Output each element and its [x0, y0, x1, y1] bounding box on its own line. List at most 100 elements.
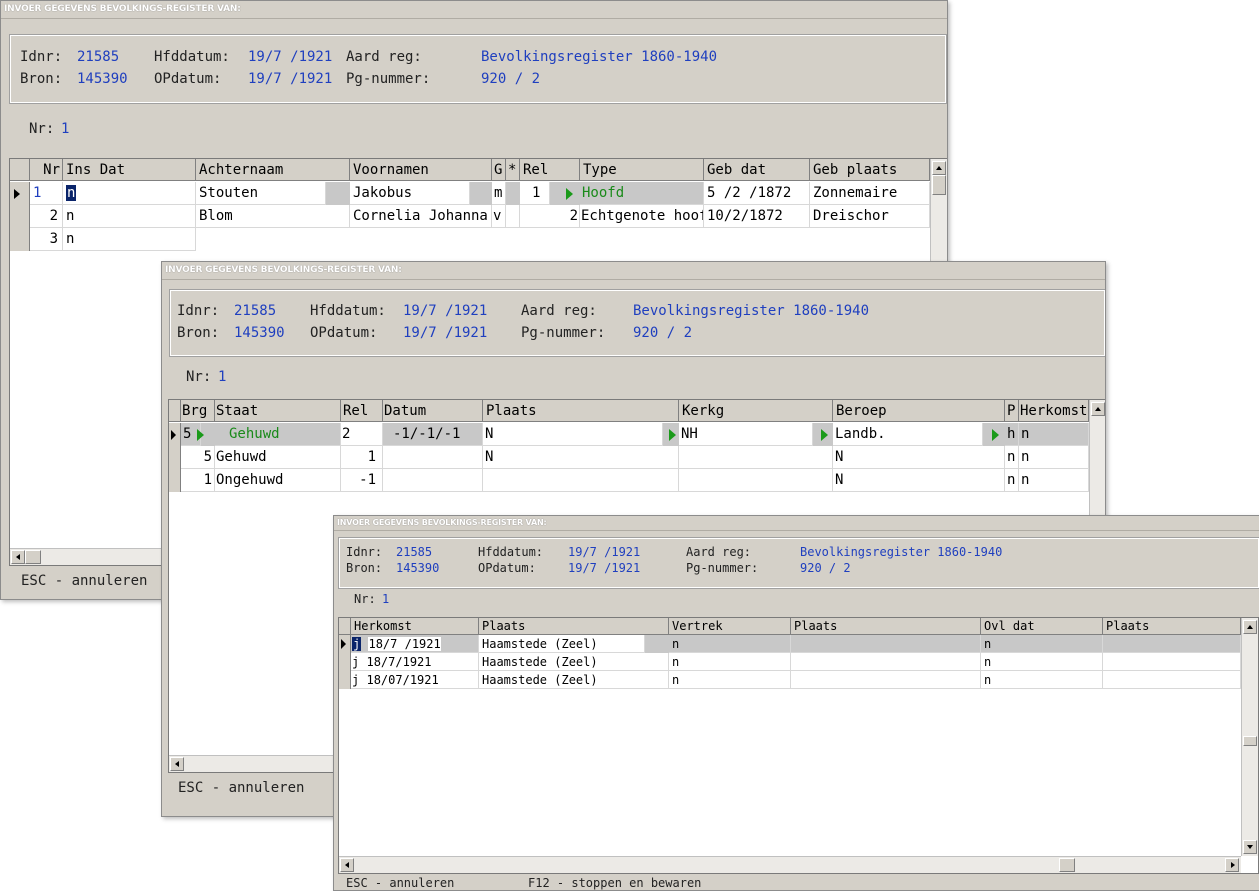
col-header-herkomst[interactable]: Herkomst: [351, 618, 479, 635]
scroll-thumb[interactable]: [1059, 858, 1075, 872]
scroll-right-button[interactable]: [1225, 858, 1239, 872]
col-header-p[interactable]: P: [1005, 400, 1019, 422]
cell-plaats[interactable]: Haamstede (Zeel): [479, 671, 669, 689]
cell-herkomst[interactable]: n: [1019, 446, 1089, 469]
staat-dropdown-arrow-icon[interactable]: [197, 429, 204, 441]
col-header-g[interactable]: G: [492, 159, 506, 181]
cell-plaats-vertrek[interactable]: [791, 653, 981, 671]
cell-g[interactable]: m: [492, 182, 506, 205]
cell-gebplaats[interactable]: Dreischor: [810, 205, 930, 228]
cell-insdat[interactable]: n: [63, 228, 196, 251]
cell-plaats[interactable]: N: [483, 423, 663, 446]
cell-vertrek[interactable]: n: [669, 671, 791, 689]
cell-brg[interactable]: 1: [181, 469, 215, 492]
col-header-beroep[interactable]: Beroep: [833, 400, 1005, 422]
cell-vertrek[interactable]: n: [669, 653, 791, 671]
cell-nr[interactable]: 3: [30, 228, 63, 251]
plaats-dropdown-arrow-icon[interactable]: [669, 429, 676, 441]
cell-p[interactable]: n: [1005, 446, 1019, 469]
type-dropdown-arrow-icon[interactable]: [566, 188, 573, 200]
scroll-up-button[interactable]: [1091, 402, 1105, 416]
kerkg-dropdown-arrow-icon[interactable]: [821, 429, 828, 441]
cell-ovldat[interactable]: n: [981, 671, 1103, 689]
cell-gebdat[interactable]: 5 /2 /1872: [704, 182, 810, 205]
cell-insdat[interactable]: n: [63, 205, 196, 228]
scroll-thumb[interactable]: [932, 175, 946, 195]
cell-nr[interactable]: 1: [30, 182, 63, 205]
scroll-down-button[interactable]: [1243, 840, 1257, 854]
col-header-plaats[interactable]: Plaats: [483, 400, 679, 422]
cell-kerkg[interactable]: NH: [679, 423, 813, 446]
col-header-kerkg[interactable]: Kerkg: [679, 400, 833, 422]
cell-nr[interactable]: 2: [30, 205, 63, 228]
cell-beroep[interactable]: N: [833, 446, 1005, 469]
col-header-brg[interactable]: Brg: [181, 400, 215, 422]
cell-rel[interactable]: 1: [341, 446, 383, 469]
cell-plaats[interactable]: Haamstede (Zeel): [479, 653, 669, 671]
cell-herkomst[interactable]: j 18/07/1921: [351, 671, 479, 689]
cell-achternaam[interactable]: Blom: [196, 205, 350, 228]
col-header-insdat[interactable]: Ins Dat: [63, 159, 196, 181]
col-header-rel[interactable]: Rel: [341, 400, 383, 422]
cell-beroep[interactable]: N: [833, 469, 1005, 492]
cell-g[interactable]: v: [492, 205, 506, 228]
col-header-staat[interactable]: Staat: [215, 400, 341, 422]
cell-beroep[interactable]: Landb.: [833, 423, 983, 446]
scroll-left-button[interactable]: [170, 757, 184, 771]
scroll-up-button[interactable]: [1243, 620, 1257, 634]
col-header-nr[interactable]: Nr: [30, 159, 63, 181]
scroll-thumb[interactable]: [1243, 736, 1257, 746]
cell-plaats[interactable]: [483, 469, 679, 492]
cell-staat[interactable]: Gehuwd: [215, 446, 341, 469]
cell-rel[interactable]: 1: [520, 182, 550, 205]
cell-p[interactable]: n: [1005, 469, 1019, 492]
scroll-up-button[interactable]: [932, 161, 946, 175]
cell-plaats[interactable]: Haamstede (Zeel): [479, 635, 645, 653]
col-header-rel[interactable]: Rel: [520, 159, 580, 181]
cell-datum[interactable]: [383, 469, 483, 492]
cell-rel[interactable]: 2: [341, 423, 383, 446]
scroll-left-button[interactable]: [340, 858, 354, 872]
cell-datum[interactable]: [383, 446, 483, 469]
scroll-thumb[interactable]: [25, 550, 41, 564]
cell-rel[interactable]: 2: [520, 205, 580, 228]
cell-herkomst[interactable]: j 18/7 /1921: [351, 635, 479, 653]
col-header-star[interactable]: *: [506, 159, 520, 181]
col-header-gebdat[interactable]: Geb dat: [704, 159, 810, 181]
col-header-plaats-vertrek[interactable]: Plaats: [791, 618, 981, 635]
cell-ovldat[interactable]: n: [981, 653, 1103, 671]
beroep-dropdown-arrow-icon[interactable]: [992, 429, 999, 441]
cell-plaats-overlijden[interactable]: [1103, 653, 1241, 671]
col-header-datum[interactable]: Datum: [383, 400, 483, 422]
col-header-voornamen[interactable]: Voornamen: [350, 159, 492, 181]
scroll-left-button[interactable]: [11, 550, 25, 564]
col-header-vertrek[interactable]: Vertrek: [669, 618, 791, 635]
cell-voornamen[interactable]: Cornelia Johanna: [350, 205, 492, 228]
cell-plaats-overlijden[interactable]: [1103, 635, 1241, 653]
col-header-gebplaats[interactable]: Geb plaats: [810, 159, 930, 181]
col-header-achternaam[interactable]: Achternaam: [196, 159, 350, 181]
cell-ovldat[interactable]: n: [981, 635, 1103, 653]
cell-staat[interactable]: Gehuwd: [215, 423, 341, 446]
cell-insdat[interactable]: n: [63, 182, 196, 205]
col-header-herkomst[interactable]: Herkomst: [1019, 400, 1089, 422]
cell-kerkg[interactable]: [679, 446, 833, 469]
col-header-plaats[interactable]: Plaats: [479, 618, 669, 635]
vertical-scrollbar[interactable]: [1241, 618, 1258, 856]
cell-gebplaats[interactable]: Zonnemaire: [810, 182, 930, 205]
cell-herkomst[interactable]: n: [1019, 423, 1089, 446]
col-header-type[interactable]: Type: [580, 159, 704, 181]
cell-type[interactable]: Echtgenote hoofd: [580, 205, 704, 228]
cell-plaats-vertrek[interactable]: [791, 635, 981, 653]
cell-brg[interactable]: 5: [181, 446, 215, 469]
horizontal-scrollbar[interactable]: [339, 856, 1241, 873]
cell-datum[interactable]: -1/-1/-1: [383, 423, 483, 446]
cell-herkomst[interactable]: j 18/7/1921: [351, 653, 479, 671]
cell-gebdat[interactable]: 10/2/1872: [704, 205, 810, 228]
cell-staat[interactable]: Ongehuwd: [215, 469, 341, 492]
col-header-ovldat[interactable]: Ovl dat: [981, 618, 1103, 635]
cell-vertrek[interactable]: n: [669, 635, 791, 653]
cell-kerkg[interactable]: [679, 469, 833, 492]
cell-star[interactable]: [506, 205, 520, 228]
cell-achternaam[interactable]: Stouten: [196, 182, 326, 205]
